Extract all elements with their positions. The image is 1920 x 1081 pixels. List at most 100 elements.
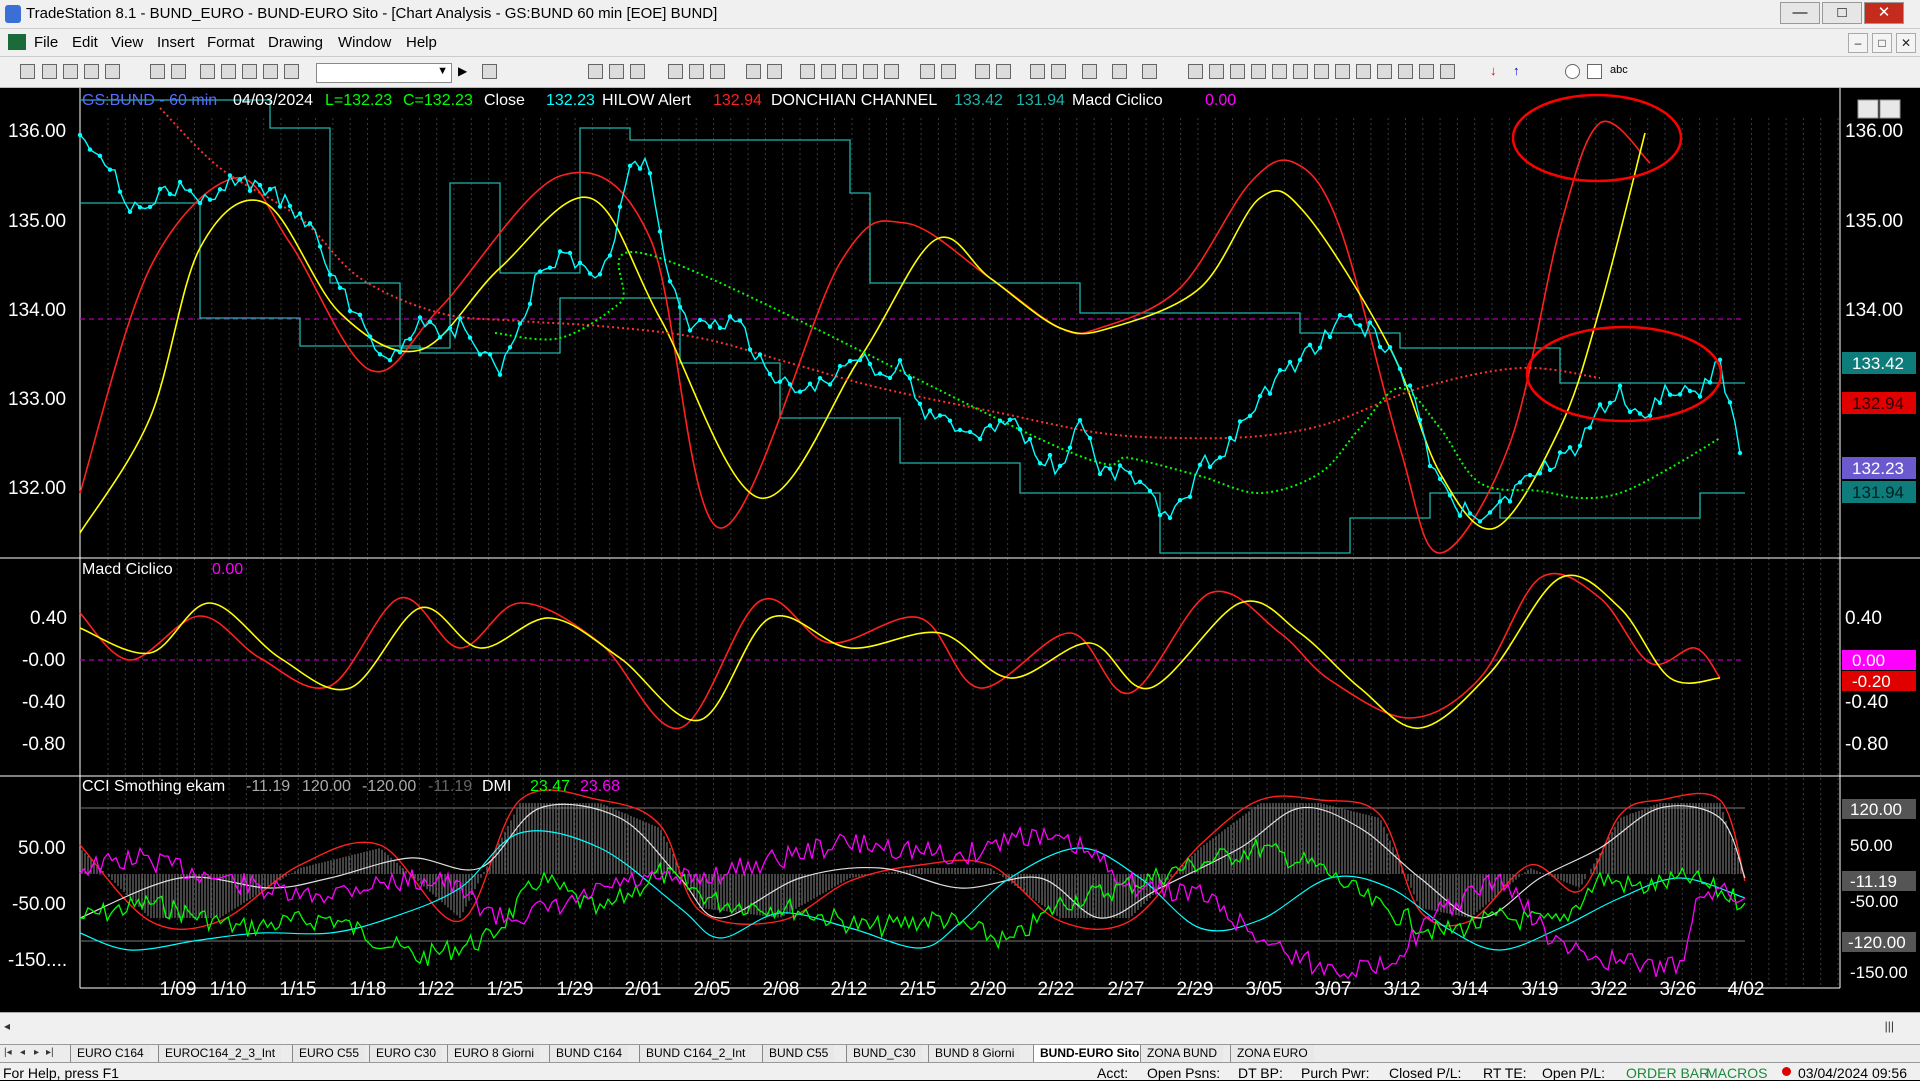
- indicator-icon[interactable]: [800, 64, 815, 79]
- annotation-ellipse-top[interactable]: [1511, 93, 1683, 183]
- menu-format[interactable]: Format: [207, 34, 255, 51]
- horizontal-line-icon[interactable]: [1230, 64, 1245, 79]
- scroll-left-arrow-icon[interactable]: ◂: [4, 1019, 10, 1033]
- menu-window[interactable]: Window: [338, 34, 391, 51]
- tools2-icon[interactable]: [1112, 64, 1127, 79]
- strategy-icon[interactable]: [746, 64, 761, 79]
- format2-icon[interactable]: [609, 64, 624, 79]
- ellipse-icon[interactable]: [1565, 64, 1580, 79]
- cycle-icon[interactable]: [1398, 64, 1413, 79]
- indicator2-icon[interactable]: [821, 64, 836, 79]
- freehand-icon[interactable]: [1440, 64, 1455, 79]
- analysis-icon[interactable]: [668, 64, 683, 79]
- tab-bund-c30[interactable]: BUND_C30: [846, 1045, 922, 1062]
- tools3-icon[interactable]: [1142, 64, 1157, 79]
- save-icon[interactable]: [63, 64, 78, 79]
- indicator4-icon[interactable]: [863, 64, 878, 79]
- tab-euroc164-2-3-int[interactable]: EUROC164_2_3_Int: [158, 1045, 282, 1062]
- chart-canvas[interactable]: GS:BUND - 60 min 04/03/2024 L=132.23 C=1…: [0, 88, 1920, 1012]
- chart-window-icon[interactable]: [8, 34, 26, 50]
- tab-euro-c55[interactable]: EURO C55: [292, 1045, 366, 1062]
- tab-first-icon[interactable]: |◂: [4, 1047, 12, 1058]
- chevron-down-icon[interactable]: ▼: [437, 65, 448, 77]
- print-preview-icon[interactable]: [150, 64, 165, 79]
- text-icon[interactable]: abc: [1610, 64, 1632, 79]
- tab-bund-8-giorni[interactable]: BUND 8 Giorni: [928, 1045, 1021, 1062]
- vertical-line-icon[interactable]: [1209, 64, 1224, 79]
- minimize-button[interactable]: —: [1780, 2, 1820, 24]
- chart-subwindow-restore-button[interactable]: [1879, 99, 1901, 119]
- analysis2-icon[interactable]: [689, 64, 704, 79]
- chart-subwindow-minimize-button[interactable]: [1857, 99, 1879, 119]
- fibonacci-icon[interactable]: [1272, 64, 1287, 79]
- arrow-down-icon[interactable]: ↓: [1490, 64, 1505, 79]
- menu-drawing[interactable]: Drawing: [268, 34, 323, 51]
- play-icon[interactable]: ▶: [458, 64, 468, 79]
- channel-icon[interactable]: [1251, 64, 1266, 79]
- tab-bund-c164[interactable]: BUND C164: [549, 1045, 629, 1062]
- parallel-icon[interactable]: [1377, 64, 1392, 79]
- status-macros[interactable]: MACROS: [1706, 1065, 1767, 1081]
- window-icon[interactable]: [200, 64, 215, 79]
- pointer-icon[interactable]: [1030, 64, 1045, 79]
- tab-bund-c164-2-int[interactable]: BUND C164_2_Int: [639, 1045, 752, 1062]
- pointer2-icon[interactable]: [1051, 64, 1066, 79]
- mdi-minimize-button[interactable]: –: [1848, 33, 1868, 53]
- tab-euro-c164[interactable]: EURO C164: [70, 1045, 150, 1062]
- andrews-icon[interactable]: [1314, 64, 1329, 79]
- menu-insert[interactable]: Insert: [157, 34, 195, 51]
- window2-icon[interactable]: [221, 64, 236, 79]
- analysis3-icon[interactable]: [710, 64, 725, 79]
- tab-bund-c55[interactable]: BUND C55: [762, 1045, 835, 1062]
- open-icon[interactable]: [42, 64, 57, 79]
- regression-icon[interactable]: [1356, 64, 1371, 79]
- close-button[interactable]: ✕: [1864, 2, 1904, 24]
- format3-icon[interactable]: [630, 64, 645, 79]
- zoom-in-icon[interactable]: [975, 64, 990, 79]
- tab-next-icon[interactable]: ▸: [34, 1047, 39, 1058]
- network-icon[interactable]: [284, 64, 299, 79]
- mdi-close-button[interactable]: ✕: [1896, 33, 1916, 53]
- refresh-icon[interactable]: [263, 64, 278, 79]
- scroll-thumb-icon[interactable]: |||: [1885, 1019, 1894, 1033]
- tab-euro-8-giorni[interactable]: EURO 8 Giorni: [447, 1045, 541, 1062]
- trendline-icon[interactable]: [1188, 64, 1203, 79]
- price-point: [837, 363, 843, 369]
- mdi-restore-button[interactable]: □: [1872, 33, 1892, 53]
- format-icon[interactable]: [588, 64, 603, 79]
- indicator3-icon[interactable]: [842, 64, 857, 79]
- strategy2-icon[interactable]: [767, 64, 782, 79]
- tab-prev-icon[interactable]: ◂: [20, 1047, 25, 1058]
- menu-file[interactable]: File: [34, 34, 58, 51]
- bar-spacing2-icon[interactable]: [941, 64, 956, 79]
- annotation-ellipse-bottom[interactable]: [1525, 325, 1723, 423]
- maximize-button[interactable]: □: [1822, 2, 1862, 24]
- bar-spacing-icon[interactable]: [920, 64, 935, 79]
- indicator5-icon[interactable]: [884, 64, 899, 79]
- tab-zona-euro[interactable]: ZONA EURO: [1230, 1045, 1314, 1062]
- menu-view[interactable]: View: [111, 34, 143, 51]
- tab-euro-c30[interactable]: EURO C30: [369, 1045, 443, 1062]
- tab-last-icon[interactable]: ▸|: [46, 1047, 54, 1058]
- arc-icon[interactable]: [1419, 64, 1434, 79]
- arrow-up-icon[interactable]: ↑: [1513, 64, 1528, 79]
- lock-icon[interactable]: [242, 64, 257, 79]
- gann-icon[interactable]: [1293, 64, 1308, 79]
- tools-icon[interactable]: [1082, 64, 1097, 79]
- horizontal-scrollbar[interactable]: ◂ |||: [0, 1012, 1920, 1044]
- zoom-out-icon[interactable]: [996, 64, 1011, 79]
- workspace-icon[interactable]: [105, 64, 120, 79]
- menu-help[interactable]: Help: [406, 34, 437, 51]
- print-icon[interactable]: [171, 64, 186, 79]
- symbol-lookup-icon[interactable]: [482, 64, 497, 79]
- status-orderbar[interactable]: ORDER BAR: [1626, 1065, 1709, 1081]
- rectangle-icon[interactable]: [1587, 64, 1602, 79]
- symbol-combobox[interactable]: ▼: [316, 63, 452, 83]
- new-icon[interactable]: [20, 64, 35, 79]
- save-all-icon[interactable]: [84, 64, 99, 79]
- tab-bund-euro-sito[interactable]: BUND-EURO Sito: [1033, 1045, 1146, 1062]
- menu-edit[interactable]: Edit: [72, 34, 98, 51]
- tab-zona-bund[interactable]: ZONA BUND: [1140, 1045, 1224, 1062]
- chart-analysis-window[interactable]: GS:BUND - 60 min 04/03/2024 L=132.23 C=1…: [0, 88, 1920, 1012]
- speed-lines-icon[interactable]: [1335, 64, 1350, 79]
